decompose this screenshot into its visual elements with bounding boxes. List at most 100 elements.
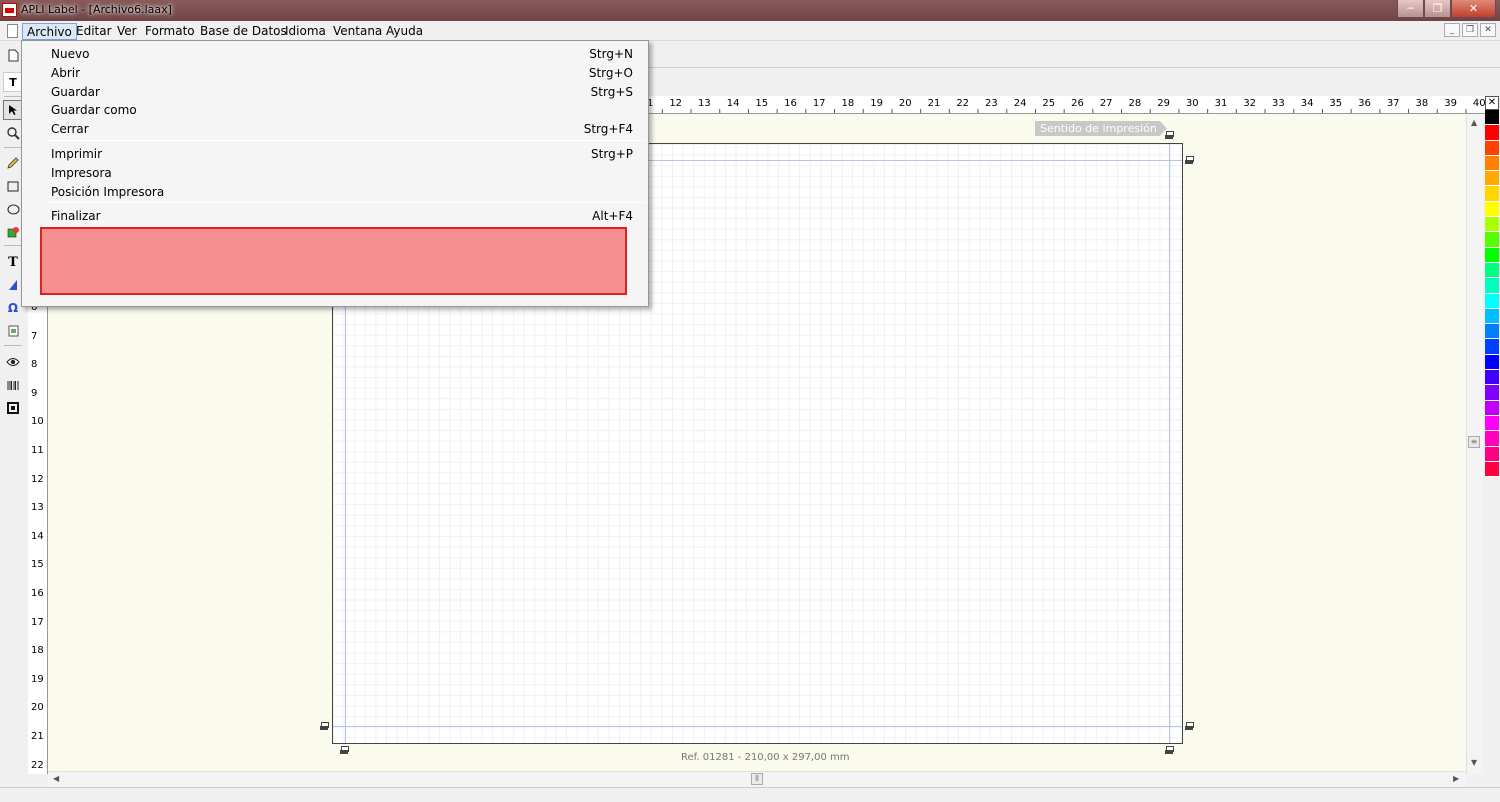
menu-base-de-datos[interactable]: Base de Datos (196, 23, 291, 40)
ruler-label: 36 (1358, 98, 1371, 109)
color-swatch[interactable] (1485, 186, 1499, 202)
text-tool-icon[interactable]: T (3, 72, 23, 92)
scroll-up-icon[interactable]: ▲ (1471, 118, 1477, 127)
no-color-swatch[interactable]: ✕ (1485, 96, 1499, 110)
menu-item-label: Impresora (51, 165, 112, 180)
color-swatch[interactable] (1485, 446, 1499, 462)
menu-item-posici-n-impresora[interactable]: Posición Impresora (23, 182, 647, 201)
maximize-button[interactable]: ❐ (1424, 0, 1451, 18)
ruler-label: 31 (1214, 98, 1228, 109)
eye-icon[interactable] (3, 352, 23, 372)
mdi-close-button[interactable]: ✕ (1480, 23, 1496, 37)
menu-item-abrir[interactable]: Abrir Strg+O (23, 63, 647, 82)
mdi-minimize-button[interactable]: _ (1444, 23, 1460, 37)
menu-item-nuevo[interactable]: Nuevo Strg+N (23, 44, 647, 63)
color-swatch[interactable] (1485, 339, 1499, 355)
printer-position-icon[interactable] (320, 722, 330, 730)
color-swatch[interactable] (1485, 171, 1499, 187)
menu-bar: Archivo Editar Ver Formato Base de Datos… (0, 21, 1500, 41)
printer-position-icon[interactable] (1185, 722, 1195, 730)
color-swatch[interactable] (1485, 140, 1499, 156)
ruler-label: 12 (669, 98, 683, 109)
color-swatch[interactable] (1485, 155, 1499, 172)
scroll-thumb[interactable]: ⦀ (751, 773, 763, 785)
menu-formato[interactable]: Formato (141, 23, 199, 40)
ruler-label: 20 (898, 98, 912, 109)
color-palette: ✕ (1485, 96, 1499, 478)
menu-item-shortcut: Strg+F4 (583, 122, 633, 137)
color-swatch[interactable] (1485, 293, 1499, 309)
vertical-scrollbar[interactable]: ▲ ≡ ▼ (1466, 114, 1483, 774)
menu-item-finalizar[interactable]: Finalizar Alt+F4 (23, 206, 647, 225)
color-swatch[interactable] (1485, 324, 1499, 340)
select-arrow-icon[interactable] (3, 100, 23, 120)
color-swatch[interactable] (1485, 217, 1499, 233)
color-swatch[interactable] (1485, 125, 1499, 141)
new-document-icon[interactable] (3, 45, 23, 65)
color-swatch[interactable] (1485, 247, 1499, 263)
ruler-label: 18 (31, 645, 44, 657)
color-swatch[interactable] (1485, 461, 1499, 478)
printer-position-icon[interactable] (340, 746, 350, 754)
ruler-label: 28 (1128, 98, 1142, 109)
rectangle-icon[interactable] (3, 176, 23, 196)
color-swatch[interactable] (1485, 278, 1499, 294)
menu-ventana[interactable]: Ventana (329, 23, 386, 40)
scroll-left-icon[interactable]: ◀ (53, 774, 59, 783)
printer-position-icon[interactable] (1185, 156, 1195, 164)
ruler-label: 29 (1157, 98, 1170, 109)
menu-item-shortcut: Strg+S (590, 84, 633, 99)
symbol-icon[interactable]: Ω (3, 298, 23, 318)
color-swatch[interactable] (1485, 385, 1499, 401)
menu-ver[interactable]: Ver (113, 23, 141, 40)
menu-item-cerrar[interactable]: Cerrar Strg+F4 (23, 119, 647, 138)
ellipse-icon[interactable] (3, 199, 23, 219)
pencil-icon[interactable] (3, 153, 23, 173)
menu-separator (48, 202, 646, 204)
ruler-label: 35 (1329, 98, 1343, 109)
color-swatch[interactable] (1485, 232, 1499, 248)
app-icon (2, 3, 17, 17)
menu-item-impresora[interactable]: Impresora (23, 163, 647, 182)
menu-item-guardar-como[interactable]: Guardar como (23, 100, 647, 119)
horizontal-scrollbar[interactable]: ◀ ⦀ ▶ (48, 771, 1466, 787)
zoom-icon[interactable] (3, 123, 23, 143)
ruler-label: 27 (1099, 98, 1113, 109)
color-swatch[interactable] (1485, 415, 1499, 432)
qr-code-icon[interactable] (3, 398, 23, 418)
ruler-label: 17 (31, 616, 44, 628)
color-swatch[interactable] (1485, 370, 1499, 386)
color-swatch[interactable] (1485, 262, 1499, 279)
menu-editar[interactable]: Editar (72, 23, 116, 40)
image-icon[interactable] (3, 222, 23, 242)
ruler-label: 38 (1415, 98, 1429, 109)
color-swatch[interactable] (1485, 354, 1499, 371)
menu-item-guardar[interactable]: Guardar Strg+S (23, 82, 647, 101)
printer-position-icon[interactable] (1165, 131, 1175, 139)
ruler-label: 26 (1071, 98, 1084, 109)
scroll-down-icon[interactable]: ▼ (1471, 758, 1477, 767)
close-button[interactable]: ✕ (1451, 0, 1496, 18)
window-controls: ─ ❐ ✕ (1397, 0, 1496, 18)
menu-archivo[interactable]: Archivo (22, 23, 77, 40)
color-swatch[interactable] (1485, 308, 1499, 325)
document-system-icon[interactable] (7, 24, 18, 38)
color-swatch[interactable] (1485, 110, 1499, 126)
barcode-icon[interactable] (3, 375, 23, 395)
field-icon[interactable] (3, 321, 23, 341)
color-swatch[interactable] (1485, 201, 1499, 218)
minimize-button[interactable]: ─ (1397, 0, 1424, 18)
text-icon[interactable]: T (3, 252, 23, 272)
menu-item-imprimir[interactable]: Imprimir Strg+P (23, 144, 647, 163)
color-swatch[interactable] (1485, 400, 1499, 416)
scroll-thumb[interactable]: ≡ (1468, 436, 1480, 448)
menu-ayuda[interactable]: Ayuda (382, 23, 427, 40)
scroll-right-icon[interactable]: ▶ (1453, 774, 1459, 783)
margin-guide (333, 726, 1182, 727)
menu-idioma[interactable]: Idioma (281, 23, 330, 40)
mdi-restore-button[interactable]: ❐ (1462, 23, 1478, 37)
menu-item-label: Nuevo (51, 47, 90, 61)
printer-position-icon[interactable] (1165, 746, 1175, 754)
art-text-icon[interactable] (3, 275, 23, 295)
color-swatch[interactable] (1485, 431, 1499, 447)
